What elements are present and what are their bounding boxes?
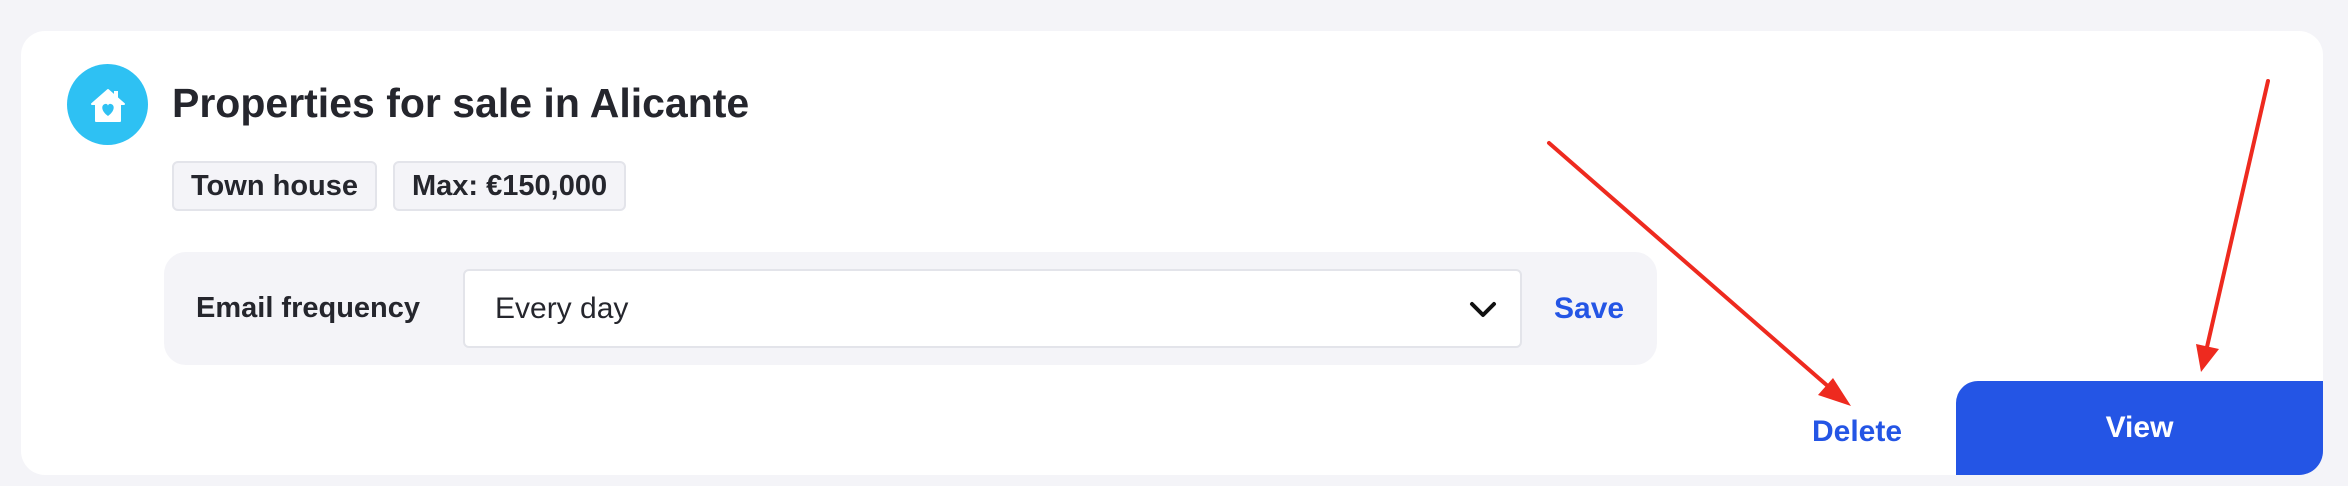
view-button[interactable]: View: [1956, 381, 2323, 475]
chevron-down-icon: [1470, 302, 1496, 317]
delete-button[interactable]: Delete: [1812, 407, 1902, 457]
email-frequency-selected-value: Every day: [495, 291, 629, 325]
search-criteria-tags: Town house Max: €150,000: [172, 161, 627, 211]
save-button[interactable]: Save: [1554, 252, 1624, 365]
email-frequency-select[interactable]: Every day: [463, 269, 1522, 348]
house-heart-icon: [67, 64, 148, 145]
email-frequency-label: Email frequency: [196, 292, 421, 324]
tag-max-price: Max: €150,000: [393, 161, 627, 211]
search-title: Properties for sale in Alicante: [172, 80, 750, 126]
tag-property-type: Town house: [172, 161, 378, 211]
email-frequency-panel: Email frequency Every day Save: [164, 252, 1657, 365]
saved-search-card: Properties for sale in Alicante Town hou…: [21, 31, 2323, 475]
